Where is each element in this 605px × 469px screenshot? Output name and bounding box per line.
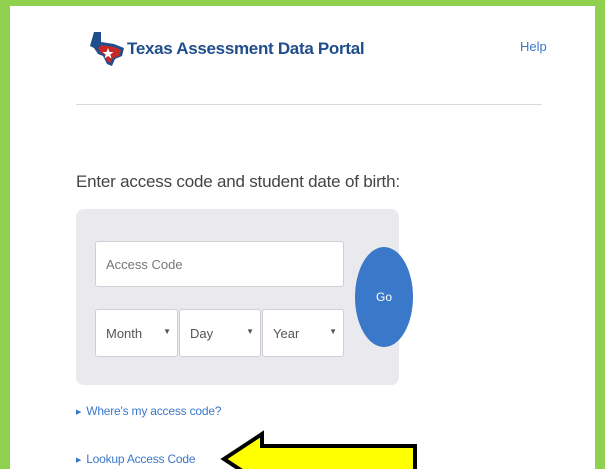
form-prompt: Enter access code and student date of bi…	[76, 172, 400, 191]
day-select-label: Day	[190, 326, 214, 341]
lookup-access-code-link[interactable]: ▶ Lookup Access Code	[76, 452, 196, 466]
month-select[interactable]: Month ▼	[95, 309, 178, 357]
triangle-right-icon: ▶	[76, 457, 82, 464]
header-divider	[76, 104, 542, 105]
portal-title: Texas Assessment Data Portal	[127, 39, 365, 58]
yellow-arrow-icon	[220, 430, 417, 469]
caret-down-icon: ▼	[246, 327, 254, 336]
caret-down-icon: ▼	[163, 327, 171, 336]
year-select-label: Year	[273, 326, 300, 341]
caret-down-icon: ▼	[329, 327, 337, 336]
where-access-code-link[interactable]: ▶ Where's my access code?	[76, 404, 221, 418]
login-page: Texas Assessment Data Portal Help Enter …	[10, 6, 595, 469]
login-panel: Month ▼ Day ▼ Year ▼ Go	[76, 209, 413, 385]
day-select[interactable]: Day ▼	[179, 309, 261, 357]
where-access-code-label: Where's my access code?	[86, 404, 222, 418]
header: Texas Assessment Data Portal Help	[10, 6, 595, 106]
help-link[interactable]: Help	[520, 39, 547, 54]
texas-map-logo-icon	[90, 32, 124, 66]
month-select-label: Month	[106, 326, 143, 341]
lookup-access-code-label: Lookup Access Code	[86, 452, 196, 466]
year-select[interactable]: Year ▼	[262, 309, 344, 357]
access-code-input[interactable]	[95, 241, 344, 287]
triangle-right-icon: ▶	[76, 409, 82, 416]
go-button[interactable]: Go	[355, 247, 413, 347]
